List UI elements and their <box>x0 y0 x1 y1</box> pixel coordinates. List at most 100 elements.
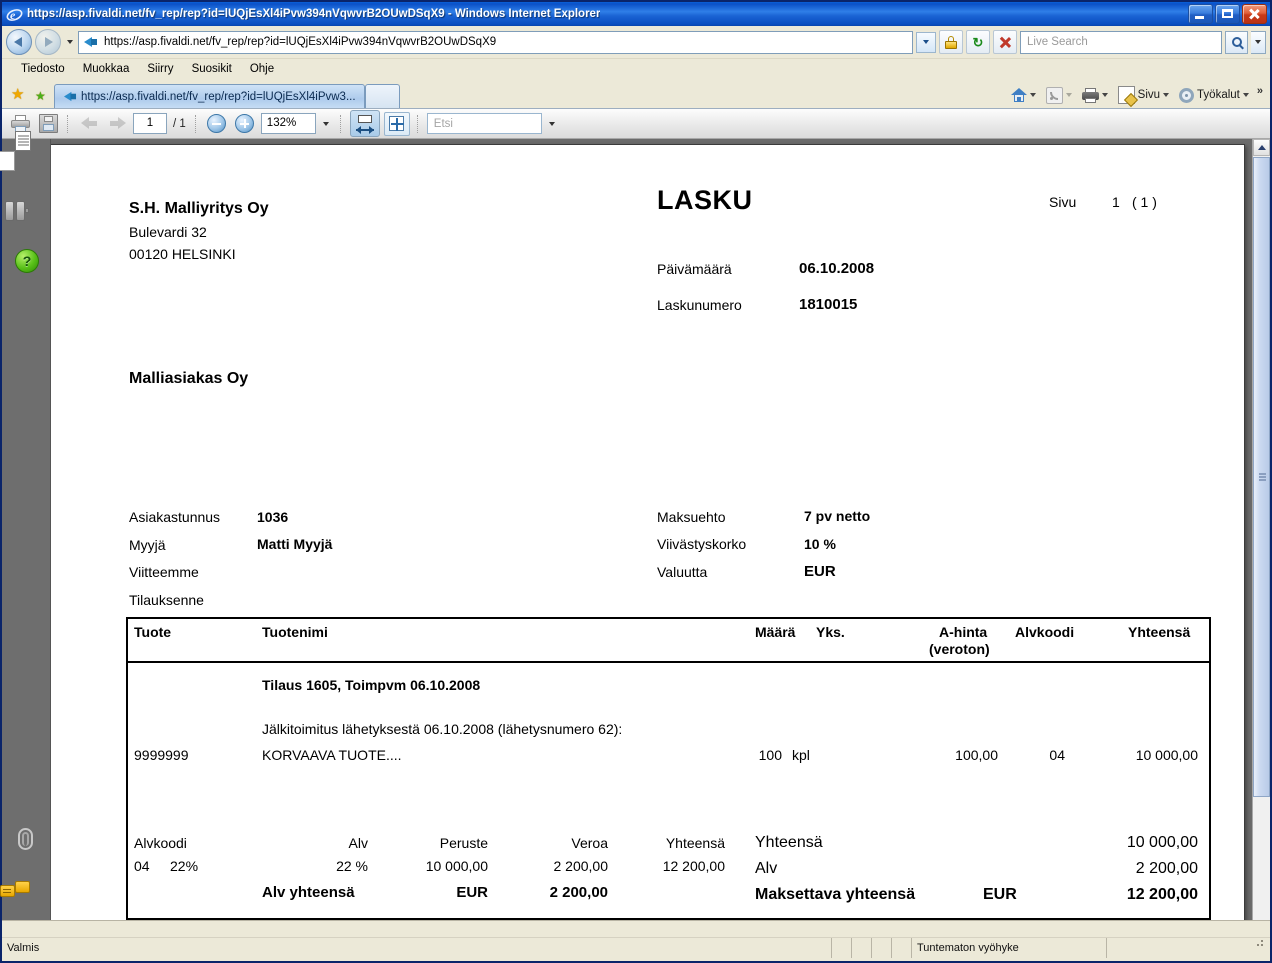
pdf-navigation-pane: ? <box>0 131 51 920</box>
svg-text:e: e <box>10 8 16 22</box>
live-search-box[interactable] <box>1020 30 1222 54</box>
close-button[interactable] <box>1242 4 1267 24</box>
vat-header-peruste: Peruste <box>439 835 488 851</box>
print-button[interactable] <box>1078 86 1112 105</box>
invoice-sheet: S.H. Malliyritys Oy Bulevardi 32 00120 H… <box>51 145 1244 920</box>
menu-item-tiedosto[interactable]: Tiedosto <box>12 61 74 77</box>
col-header-maara: Määrä <box>755 624 796 640</box>
help-button[interactable]: ? <box>15 249 39 273</box>
fit-width-icon <box>355 115 374 134</box>
pdf-zoom-dropdown[interactable] <box>320 114 333 133</box>
window-title: https://asp.fivaldi.net/fv_rep/rep?id=lU… <box>27 8 601 20</box>
field-label-myyja: Myyjä <box>129 537 166 553</box>
menu-item-muokkaa[interactable]: Muokkaa <box>74 61 139 77</box>
recent-pages-dropdown[interactable] <box>64 30 75 54</box>
scroll-up-button[interactable] <box>1253 139 1270 156</box>
invoice-page: S.H. Malliyritys Oy Bulevardi 32 00120 H… <box>51 144 1245 920</box>
total-label-maksettava: Maksettava yhteensä <box>755 886 916 903</box>
vat-row-base: 10 000,00 <box>425 858 488 874</box>
status-bar: Valmis Tuntematon vyöhyke <box>2 937 1270 958</box>
scrollbar-thumb[interactable] <box>1253 157 1270 797</box>
field-label-viitteemme: Viitteemme <box>129 564 199 580</box>
search-input[interactable] <box>1025 35 1217 49</box>
vat-header-alvkoodi: Alvkoodi <box>134 835 187 851</box>
pdf-save-button[interactable] <box>36 113 60 135</box>
horizontal-scroll-strip[interactable] <box>2 920 1270 937</box>
pdf-find-input[interactable] <box>431 116 537 131</box>
status-text: Valmis <box>2 938 832 958</box>
maximize-button[interactable] <box>1215 4 1240 24</box>
attachments-panel-button[interactable] <box>15 827 39 851</box>
back-button[interactable] <box>6 29 32 55</box>
gear-icon <box>1179 87 1195 103</box>
security-lock-icon[interactable] <box>939 30 963 54</box>
total-value-yhteensa: 10 000,00 <box>1126 834 1198 851</box>
col-header-yhteensa: Yhteensä <box>1128 624 1191 640</box>
search-provider-dropdown[interactable] <box>1251 30 1266 54</box>
page-menu-label: Sivu <box>1137 89 1161 101</box>
pdf-zoom-out-button[interactable] <box>205 113 229 135</box>
minimize-button[interactable] <box>1188 4 1213 24</box>
total-currency-maksettava: EUR <box>983 886 1017 903</box>
menu-item-suosikit[interactable]: Suosikit <box>183 61 241 77</box>
field-value-paivamaara: 06.10.2008 <box>799 260 875 277</box>
vat-row-code-pct: 22% <box>170 858 199 874</box>
menu-item-siirry[interactable]: Siirry <box>138 61 182 77</box>
tools-menu-button[interactable]: Työkalut <box>1175 86 1253 105</box>
pdf-prev-page-button[interactable] <box>77 113 101 135</box>
home-button[interactable] <box>1007 86 1040 105</box>
feeds-button[interactable] <box>1042 85 1076 106</box>
url-bar[interactable] <box>78 30 913 54</box>
status-slot-1 <box>832 938 852 958</box>
printer-icon <box>1081 87 1099 103</box>
document-area: S.H. Malliyritys Oy Bulevardi 32 00120 H… <box>51 139 1270 920</box>
favorites-center-icon[interactable]: ★ <box>10 85 29 104</box>
pdf-fit-page-button[interactable] <box>383 111 410 136</box>
page-menu-button[interactable]: Sivu <box>1114 84 1173 106</box>
row-unit: kpl <box>792 747 810 763</box>
table-left-border <box>126 747 128 920</box>
url-dropdown-button[interactable] <box>916 31 936 53</box>
stop-button[interactable] <box>993 30 1017 54</box>
pdf-find-box[interactable] <box>426 113 542 134</box>
order-line: Tilaus 1605, Toimpvm 06.10.2008 <box>262 677 481 693</box>
search-go-button[interactable] <box>1225 30 1248 54</box>
summary-area: Alvkoodi Alv Peruste Veroa Yhteensä 04 2… <box>126 747 1211 920</box>
delivery-note: Jälkitoimitus lähetyksestä 06.10.2008 (l… <box>262 721 623 737</box>
new-tab-button[interactable] <box>364 84 400 108</box>
field-label-asiakastunnus: Asiakastunnus <box>129 509 221 525</box>
tab-label: https://asp.fivaldi.net/fv_rep/rep?id=lU… <box>81 90 356 103</box>
toolbar-separator <box>339 114 343 133</box>
tools-menu-label: Työkalut <box>1197 89 1240 101</box>
refresh-button[interactable]: ↻ <box>966 30 990 54</box>
browser-tab[interactable]: https://asp.fivaldi.net/fv_rep/rep?id=lU… <box>54 84 365 108</box>
toolbar-separator <box>194 114 198 133</box>
pdf-next-page-button[interactable] <box>105 113 129 135</box>
search-panel-button[interactable] <box>5 201 39 225</box>
total-value-alv: 2 200,00 <box>1135 860 1198 877</box>
forward-button[interactable] <box>35 29 61 55</box>
pdf-zoom-value[interactable]: 132% <box>260 113 316 134</box>
add-to-favorites-icon[interactable]: ★ <box>32 85 51 104</box>
comments-panel-button[interactable] <box>0 879 39 903</box>
arrow-right-icon <box>109 116 126 131</box>
toolbar-overflow-button[interactable]: » <box>1255 85 1266 105</box>
pdf-find-dropdown[interactable] <box>546 114 559 133</box>
table-right-border <box>1209 747 1211 920</box>
status-slot-4 <box>892 938 912 958</box>
vat-footer-label: Alv yhteensä <box>262 884 355 901</box>
pdf-fit-width-button[interactable] <box>349 110 380 137</box>
pdf-zoom-in-button[interactable] <box>233 113 257 135</box>
pages-panel-button[interactable] <box>0 131 39 175</box>
vat-header-yhteensa: Yhteensä <box>665 835 725 851</box>
vat-header-alv: Alv <box>348 835 368 851</box>
browser-window: e https://asp.fivaldi.net/fv_rep/rep?id=… <box>0 0 1272 963</box>
pdf-page-number-input[interactable]: 1 <box>133 113 167 134</box>
toolbar-separator <box>67 114 70 133</box>
url-input[interactable] <box>102 35 910 49</box>
tab-bar: ★ ★ https://asp.fivaldi.net/fv_rep/rep?i… <box>2 79 1270 109</box>
field-value-viivastyskorko: 10 % <box>804 536 836 552</box>
vertical-scrollbar[interactable] <box>1252 139 1270 920</box>
menu-item-ohje[interactable]: Ohje <box>241 61 283 77</box>
customer-name: Malliasiakas Oy <box>129 370 249 387</box>
